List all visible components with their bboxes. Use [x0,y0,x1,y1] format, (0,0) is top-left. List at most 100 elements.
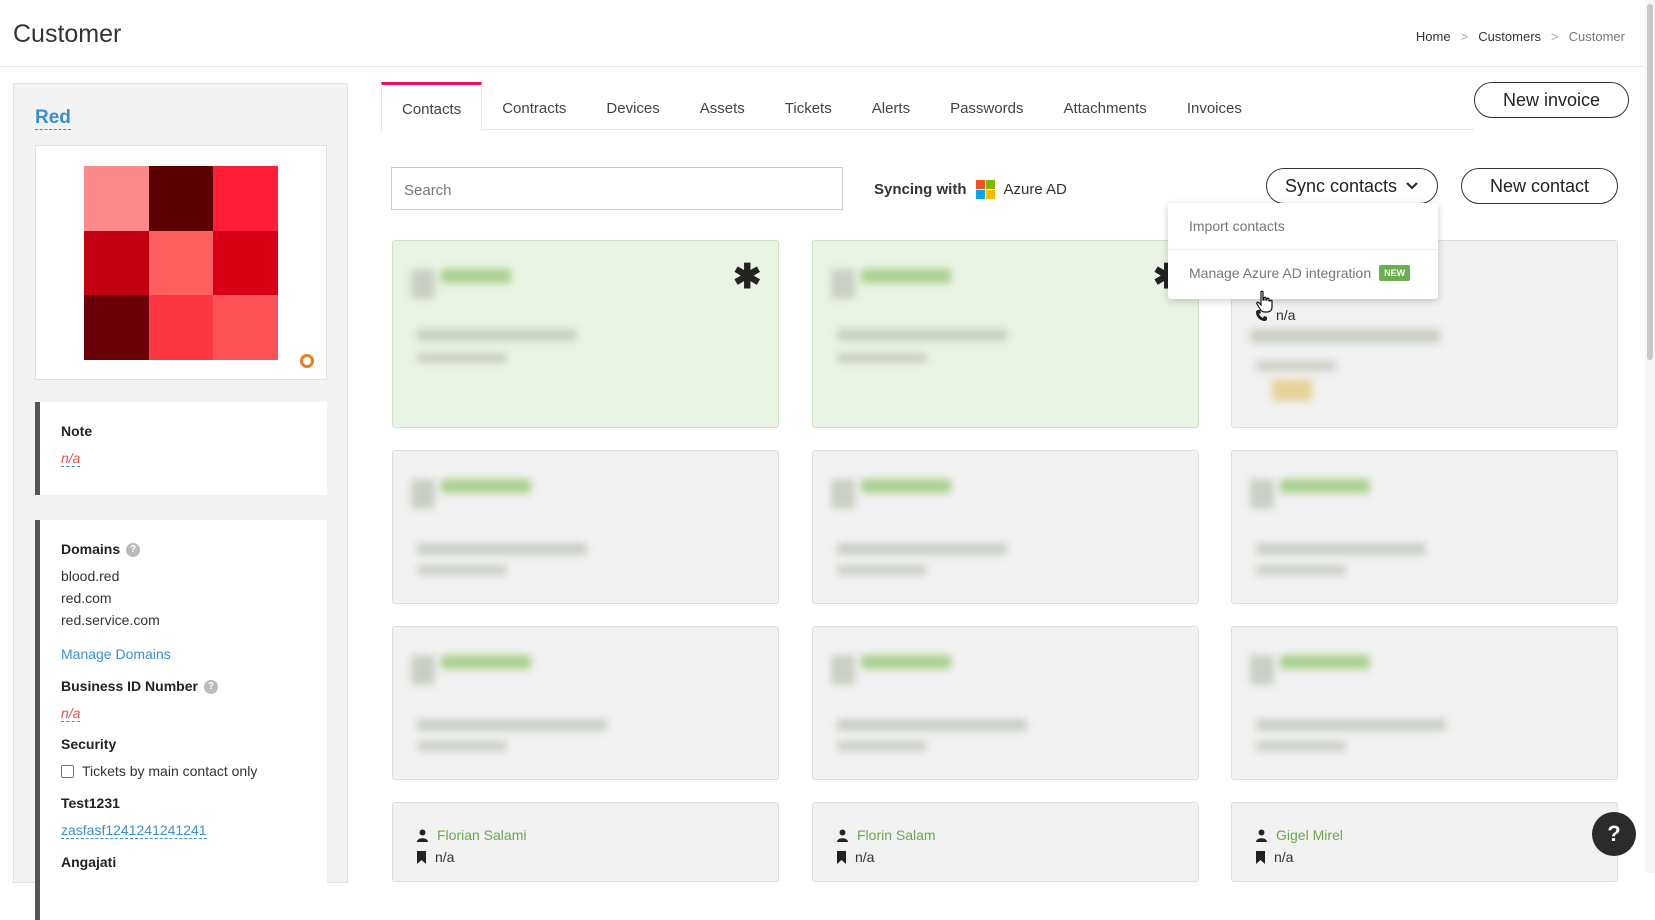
blurred-icon [411,655,435,685]
checkbox-icon[interactable] [61,764,74,778]
sync-contacts-label: Sync contacts [1284,175,1398,196]
contact-name-line: Florin Salam [836,827,936,843]
blurred-phone [837,741,927,751]
contact-card[interactable] [812,450,1199,604]
custom-field-value[interactable]: zasfasf1241241241241 [61,822,207,839]
blurred-phone [1256,361,1336,371]
breadcrumb-separator: > [1551,29,1559,44]
blurred-name [861,655,951,669]
chevron-down-icon [1406,182,1418,190]
page-scrollbar[interactable] [1645,0,1655,873]
top-bar: Customer Home > Customers > Customer [0,0,1655,67]
contact-name-line: Gigel Mirel [1255,827,1343,843]
business-id-value[interactable]: n/a [61,705,81,722]
user-icon [837,829,848,842]
tab-contracts[interactable]: Contracts [482,82,586,130]
avatar[interactable] [84,166,278,360]
contact-card[interactable] [812,626,1199,780]
contact-card[interactable] [1231,626,1618,780]
contact-card[interactable]: Florian Salami n/a [392,802,779,882]
contact-name-link[interactable]: Florin Salam [857,827,936,843]
contact-name-line: Florian Salami [416,827,526,843]
help-icon[interactable]: ? [203,680,218,695]
note-value[interactable]: n/a [61,450,81,467]
manage-domains-link[interactable]: Manage Domains [61,646,171,662]
avatar-cell [84,295,149,360]
contact-detail-line: n/a [1255,849,1293,865]
contact-card[interactable]: ✱ [392,240,779,428]
menu-item-label: Manage Azure AD integration [1189,265,1372,281]
checkbox-label: Tickets by main contact only [82,763,258,779]
bookmark-icon [837,850,846,864]
breadcrumb-current: Customer [1568,29,1625,44]
blurred-phone [1256,741,1346,751]
contact-card[interactable] [1231,450,1618,604]
avatar-cell [213,166,278,231]
blurred-email [417,543,587,555]
blurred-phone [837,353,927,363]
customer-sidebar: Red Note n/a Domains? blood.red red.com … [13,83,348,920]
blurred-email [837,329,1007,341]
avatar-cell [213,295,278,360]
tab-attachments[interactable]: Attachments [1043,82,1166,130]
contact-card[interactable] [392,626,779,780]
blurred-name [441,479,531,493]
blurred-name [1280,655,1370,669]
contact-card[interactable] [392,450,779,604]
blurred-phone [417,353,507,363]
note-label: Note [61,423,93,439]
breadcrumb-customers[interactable]: Customers [1478,29,1541,44]
blurred-email [837,543,1007,555]
syncing-label: Syncing with [874,181,967,198]
blurred-email [417,719,607,731]
blurred-icon [831,269,855,299]
contact-card[interactable]: Florin Salam n/a [812,802,1199,882]
contact-detail-line: n/a [416,849,454,865]
menu-item-import-contacts[interactable]: Import contacts [1189,218,1285,234]
sync-contacts-button[interactable]: Sync contacts [1266,168,1438,204]
tab-alerts[interactable]: Alerts [852,82,930,130]
user-icon [417,829,428,842]
scrollbar-thumb[interactable] [1647,4,1653,360]
status-indicator-icon [300,354,314,368]
menu-item-manage-azure-ad[interactable]: Manage Azure AD integration NEW [1189,265,1411,281]
contact-name-link[interactable]: Florian Salami [437,827,526,843]
security-label: Security [61,736,117,752]
menu-divider [1168,249,1438,250]
blurred-email [1250,329,1440,343]
tab-tickets[interactable]: Tickets [765,82,852,130]
breadcrumb-home[interactable]: Home [1416,29,1451,44]
help-button[interactable]: ? [1592,812,1636,856]
contact-detail-value: n/a [1276,307,1296,323]
business-id-label: Business ID Number? [61,678,218,695]
domain-item: red.com [61,590,112,606]
contact-name-link[interactable]: Gigel Mirel [1276,827,1343,843]
contact-card[interactable]: ✱ [812,240,1199,428]
search-input[interactable]: Search [391,167,843,210]
tab-passwords[interactable]: Passwords [930,82,1043,130]
tab-devices[interactable]: Devices [586,82,679,130]
avatar-cell [84,166,149,231]
help-icon[interactable]: ? [126,543,141,558]
contact-detail-value: n/a [435,849,455,865]
contact-detail-value: n/a [1274,849,1294,865]
tab-assets[interactable]: Assets [680,82,765,130]
bookmark-icon [417,850,426,864]
new-invoice-button[interactable]: New invoice [1474,82,1629,118]
blurred-email [1256,543,1426,555]
blurred-badge [1272,379,1312,401]
customer-name[interactable]: Red [35,107,71,130]
blurred-name [861,269,951,283]
blurred-icon [831,655,855,685]
tickets-main-contact-checkbox[interactable]: Tickets by main contact only [61,763,257,779]
tab-contacts[interactable]: Contacts [381,82,483,131]
blurred-email [417,329,577,341]
tab-invoices[interactable]: Invoices [1167,82,1262,130]
domains-label: Domains? [61,541,141,558]
blurred-icon [411,269,435,299]
blurred-phone [417,565,507,575]
main-contact-asterisk-icon: ✱ [733,258,762,296]
contact-card[interactable]: Gigel Mirel n/a [1231,802,1618,882]
new-contact-button[interactable]: New contact [1461,168,1618,204]
breadcrumb-separator: > [1460,29,1469,44]
